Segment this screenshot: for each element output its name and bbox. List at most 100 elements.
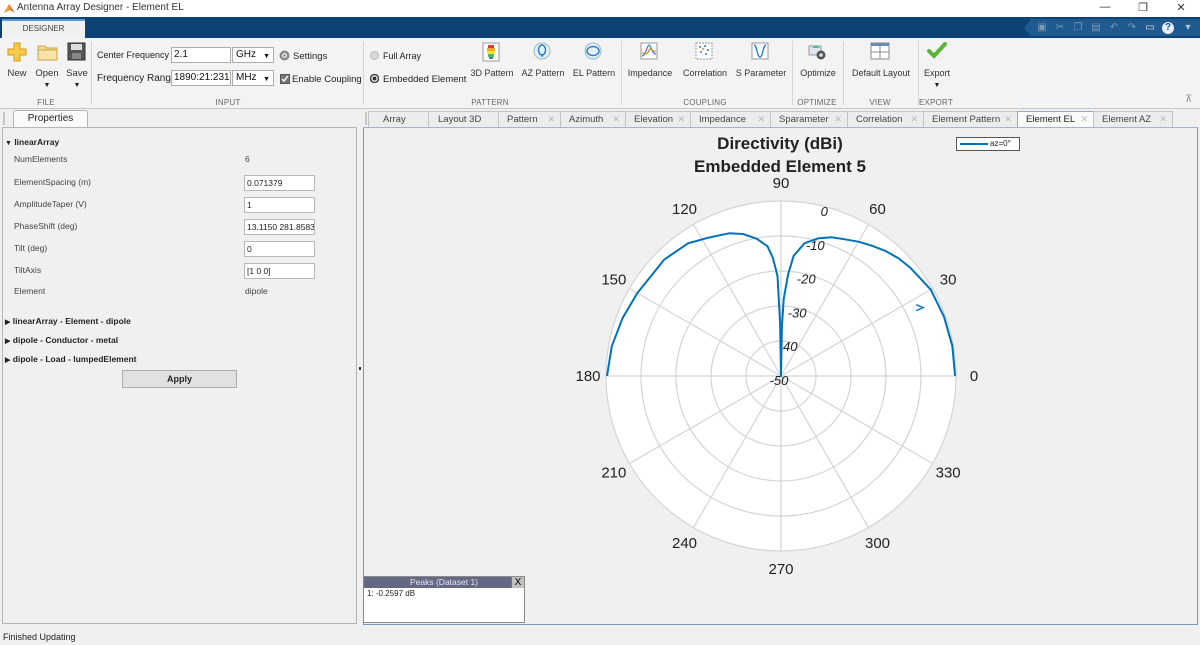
gear-icon[interactable]	[279, 50, 290, 61]
3d-pattern-button[interactable]	[482, 42, 502, 64]
full-array-label[interactable]: Full Array	[383, 51, 421, 61]
az-pattern-label[interactable]: AZ Pattern	[521, 68, 564, 78]
optimize-label[interactable]: Optimize	[800, 68, 836, 78]
layout-icon[interactable]: ▭	[1144, 22, 1156, 34]
settings-button[interactable]: Settings	[293, 51, 327, 62]
frequency-range-unit-select[interactable]: MHz ▼	[232, 70, 274, 86]
section-linear-array-element[interactable]: ▶ linearArray - Element - dipole	[5, 316, 131, 326]
section-title: linearArray	[14, 137, 60, 147]
close-tab-icon[interactable]: ✕	[612, 112, 620, 127]
tabs-drag-handle[interactable]	[365, 112, 367, 125]
enable-coupling-label[interactable]: Enable Coupling	[292, 74, 362, 85]
save-label[interactable]: Save	[66, 68, 88, 79]
export-button[interactable]	[927, 42, 947, 62]
close-button[interactable]: ✕	[1166, 1, 1196, 14]
center-frequency-unit-value: GHz	[236, 49, 256, 60]
tab-azimuth[interactable]: Azimuth ✕	[560, 111, 626, 127]
enable-coupling-checkbox[interactable]	[280, 74, 290, 84]
panel-drag-handle[interactable]	[3, 112, 5, 125]
prop-label-tilt: Tilt (deg)	[14, 243, 48, 253]
amplitude-taper-input[interactable]: 1	[244, 197, 315, 213]
peaks-close-button[interactable]: X	[511, 577, 524, 588]
tab-designer[interactable]: DESIGNER	[2, 19, 85, 38]
s-parameter-label[interactable]: S Parameter	[736, 68, 787, 78]
tilt-input[interactable]: 0	[244, 241, 315, 257]
tab-element-pattern[interactable]: Element Pattern ✕	[923, 111, 1018, 127]
close-tab-icon[interactable]: ✕	[910, 112, 918, 127]
tab-correlation[interactable]: Correlation ✕	[847, 111, 924, 127]
peaks-title[interactable]: Peaks (Dataset 1)	[364, 577, 524, 588]
open-dropdown-icon[interactable]: ▼	[44, 82, 51, 89]
export-dropdown-icon[interactable]: ▼	[934, 82, 941, 89]
tab-array[interactable]: Array	[368, 111, 429, 127]
close-tab-icon[interactable]: ✕	[677, 112, 685, 127]
prop-label-element-spacing: ElementSpacing (m)	[14, 177, 92, 187]
default-layout-button[interactable]	[870, 42, 890, 62]
3d-pattern-label[interactable]: 3D Pattern	[470, 68, 513, 78]
group-label-export: EXPORT	[919, 98, 953, 107]
optimize-button[interactable]	[808, 42, 828, 62]
restore-button[interactable]: ❐	[1128, 1, 1158, 14]
undo-icon[interactable]: ↶	[1108, 22, 1120, 34]
center-frequency-input[interactable]: 2.1	[171, 47, 231, 63]
el-pattern-label[interactable]: EL Pattern	[573, 68, 615, 78]
default-layout-label[interactable]: Default Layout	[852, 68, 910, 78]
expand-icon[interactable]: ▾	[1182, 22, 1194, 34]
close-tab-icon[interactable]: ✕	[1080, 112, 1088, 127]
r-tick-label: -30	[788, 305, 808, 320]
minimize-button[interactable]: —	[1090, 1, 1120, 13]
copy-icon[interactable]: ❐	[1072, 22, 1084, 34]
center-frequency-unit-select[interactable]: GHz ▼	[232, 47, 274, 63]
save-icon[interactable]: ▣	[1036, 22, 1048, 34]
tilt-axis-input[interactable]: [1 0 0]	[244, 263, 315, 279]
full-array-radio[interactable]	[370, 51, 379, 60]
splitter-handle[interactable]	[359, 367, 361, 370]
correlation-button[interactable]	[695, 42, 715, 62]
new-label[interactable]: New	[7, 68, 26, 79]
tab-elevation[interactable]: Elevation ✕	[625, 111, 691, 127]
apply-button[interactable]: Apply	[122, 370, 237, 388]
section-dipole-load[interactable]: ▶ dipole - Load - lumpedElement	[5, 354, 137, 364]
save-dropdown-icon[interactable]: ▼	[74, 82, 81, 89]
tab-impedance[interactable]: Impedance ✕	[690, 111, 771, 127]
help-icon[interactable]: ?	[1162, 22, 1174, 34]
close-tab-icon[interactable]: ✕	[757, 112, 765, 127]
section-linear-array[interactable]: ▼ linearArray	[5, 137, 59, 147]
section-dipole-conductor[interactable]: ▶ dipole - Conductor - metal	[5, 335, 118, 345]
theta-tick-label: 180	[575, 368, 600, 385]
close-tab-icon[interactable]: ✕	[1159, 112, 1167, 127]
tab-layout-3d[interactable]: Layout 3D	[428, 111, 499, 127]
collapse-ribbon-icon[interactable]: ⊼	[1185, 94, 1192, 105]
close-tab-icon[interactable]: ✕	[834, 112, 842, 127]
phase-shift-input[interactable]: 13.1150 281.8583]	[244, 219, 315, 235]
close-tab-icon[interactable]: ✕	[547, 112, 555, 127]
az-pattern-button[interactable]	[533, 42, 553, 62]
open-label[interactable]: Open	[35, 68, 58, 79]
theta-tick-label: 330	[936, 465, 961, 482]
tab-pattern[interactable]: Pattern ✕	[498, 111, 561, 127]
cut-icon[interactable]: ✂	[1054, 22, 1066, 34]
s-parameter-button[interactable]	[751, 42, 771, 62]
el-pattern-button[interactable]	[584, 42, 604, 62]
prop-value-element: dipole	[245, 286, 268, 296]
embedded-element-label[interactable]: Embedded Element	[383, 74, 466, 85]
redo-icon[interactable]: ↷	[1126, 22, 1138, 34]
close-tab-icon[interactable]: ✕	[1004, 112, 1012, 127]
element-spacing-input[interactable]: 0.071379	[244, 175, 315, 191]
tab-element-az[interactable]: Element AZ ✕	[1093, 111, 1173, 127]
correlation-label[interactable]: Correlation	[683, 68, 727, 78]
section-title: linearArray - Element - dipole	[12, 316, 131, 326]
embedded-element-radio[interactable]	[370, 74, 379, 83]
polar-plot[interactable]: 0306090120150180210240270300330-50-40-30…	[364, 128, 1198, 625]
tab-properties[interactable]: Properties	[13, 110, 88, 128]
group-label-input: INPUT	[215, 98, 241, 107]
frequency-range-input[interactable]: 1890:21:2310	[171, 70, 231, 86]
paste-icon[interactable]: ▤	[1090, 22, 1102, 34]
legend[interactable]: az=0°	[956, 137, 1020, 151]
impedance-button[interactable]	[640, 42, 660, 62]
group-separator	[792, 41, 793, 105]
export-label[interactable]: Export	[924, 68, 950, 78]
tab-element-el[interactable]: Element EL ✕	[1017, 111, 1094, 128]
tab-sparameter[interactable]: Sparameter ✕	[770, 111, 848, 127]
impedance-label[interactable]: Impedance	[628, 68, 673, 78]
